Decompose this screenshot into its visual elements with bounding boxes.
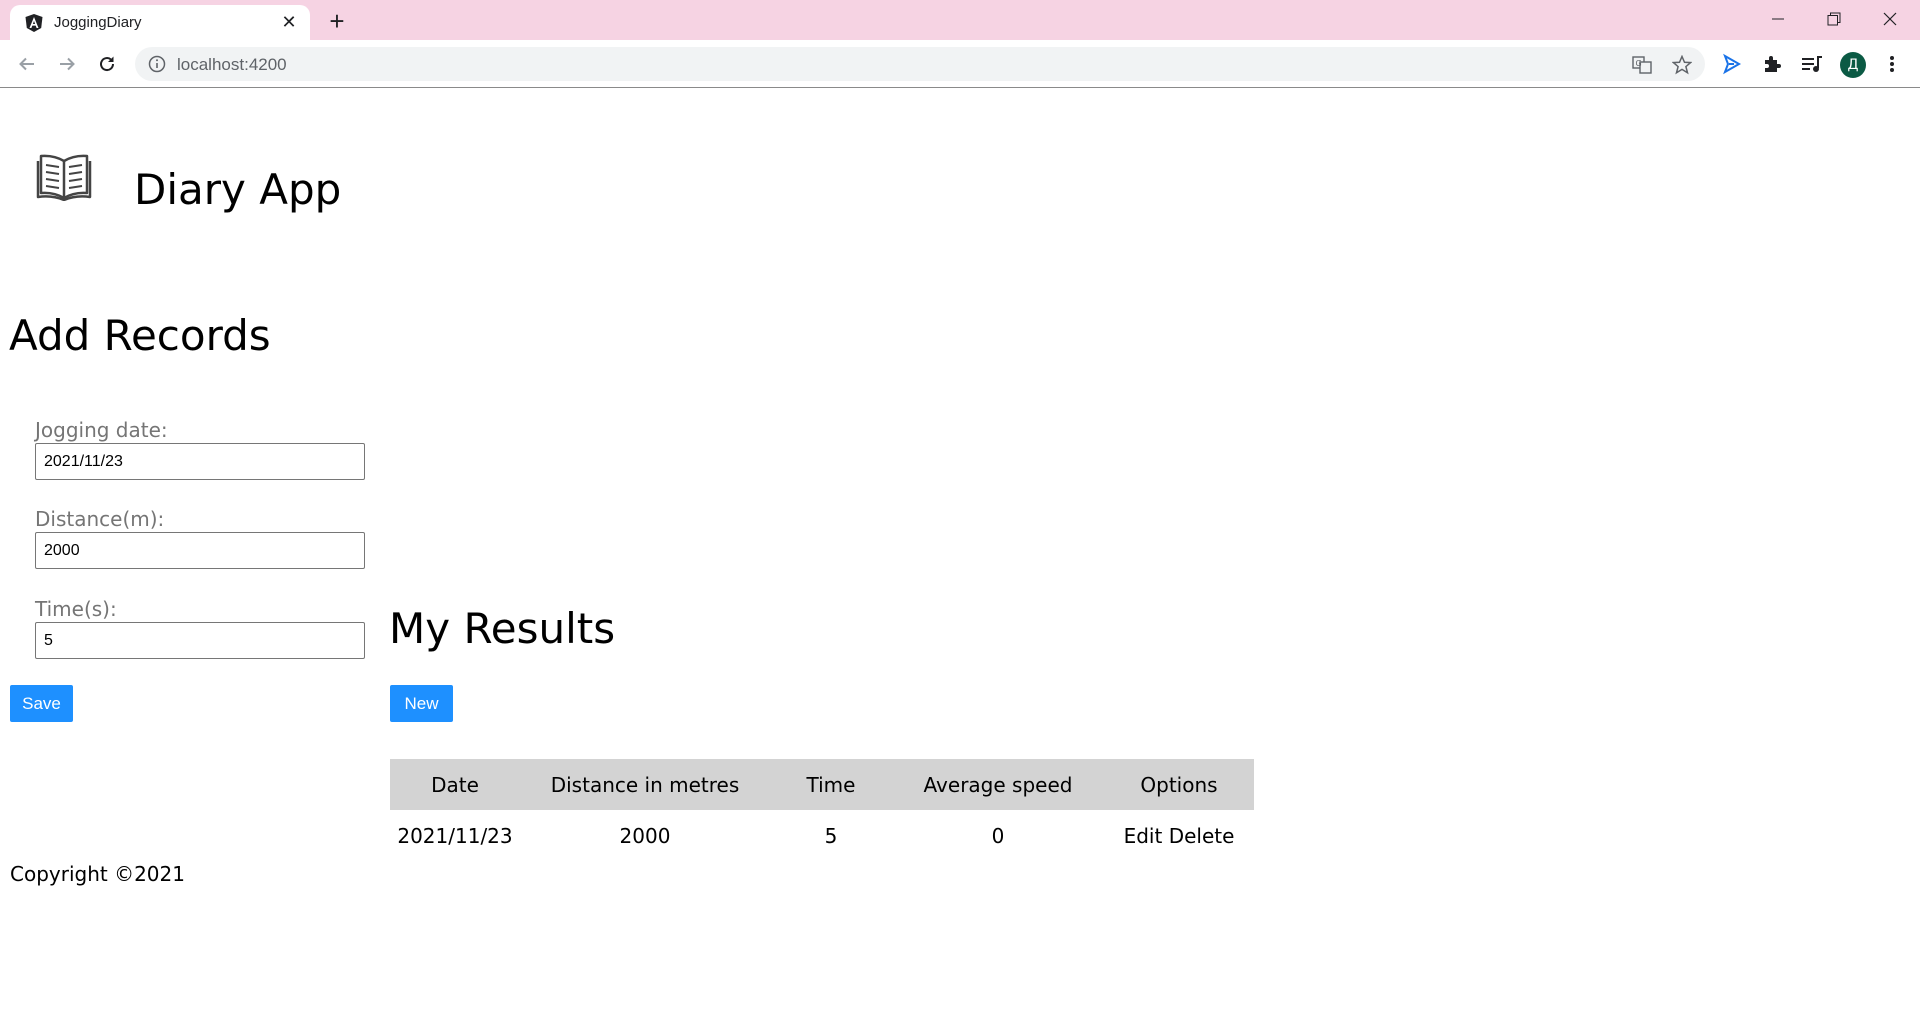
new-tab-button[interactable]: +: [323, 6, 351, 36]
bookmark-star-icon[interactable]: [1671, 54, 1693, 76]
table-row: 2021/11/23 2000 5 0 Edit Delete: [390, 810, 1254, 862]
arrow-left-icon: [19, 57, 34, 71]
minimize-icon: [1772, 18, 1784, 20]
minimize-window-button[interactable]: [1750, 0, 1806, 38]
new-button[interactable]: New: [390, 685, 453, 722]
edit-link[interactable]: Edit: [1124, 824, 1163, 848]
restore-window-button[interactable]: [1806, 0, 1862, 38]
open-book-icon: [36, 154, 92, 201]
more-menu-icon[interactable]: [1880, 52, 1904, 76]
add-records-title: Add Records: [9, 311, 271, 360]
delete-link[interactable]: Delete: [1169, 824, 1235, 848]
reload-icon: [100, 56, 115, 72]
svg-text:G: G: [1636, 59, 1642, 68]
column-header-date: Date: [390, 759, 520, 810]
bing-extension-icon[interactable]: [1720, 52, 1744, 76]
back-button[interactable]: [12, 49, 42, 79]
cell-average-speed: 0: [991, 824, 1005, 848]
cell-time: 5: [824, 824, 838, 848]
info-icon[interactable]: [148, 55, 166, 73]
cell-distance: 2000: [619, 824, 671, 848]
column-header-time: Time: [770, 759, 892, 810]
column-header-average-speed: Average speed: [892, 759, 1104, 810]
browser-tab[interactable]: JoggingDiary ✕: [10, 5, 310, 40]
copyright-footer: Copyright ©2021: [10, 862, 185, 886]
reload-button[interactable]: [92, 49, 122, 79]
my-results-title: My Results: [389, 604, 616, 653]
time-input[interactable]: [35, 622, 365, 659]
close-icon: [1883, 12, 1897, 26]
table-header-row: Date Distance in metres Time Average spe…: [390, 759, 1254, 810]
save-button[interactable]: Save: [10, 685, 73, 722]
cell-options: Edit Delete: [1104, 810, 1254, 862]
page-content: Diary App Add Records Jogging date: Dist…: [0, 89, 1920, 1030]
forward-button[interactable]: [52, 49, 82, 79]
time-label: Time(s):: [35, 597, 117, 621]
tab-title: JoggingDiary: [54, 14, 142, 31]
jogging-date-input[interactable]: [35, 443, 365, 480]
arrow-right-icon: [60, 57, 75, 71]
address-bar[interactable]: localhost:4200 G: [135, 47, 1705, 81]
profile-avatar[interactable]: Д: [1840, 52, 1866, 78]
close-tab-icon[interactable]: ✕: [278, 11, 300, 33]
url-text[interactable]: localhost:4200: [177, 55, 287, 75]
distance-input[interactable]: [35, 532, 365, 569]
jogging-date-label: Jogging date:: [35, 418, 168, 442]
extensions-puzzle-icon[interactable]: [1760, 52, 1784, 76]
app-title: Diary App: [134, 165, 342, 214]
browser-tabstrip: JoggingDiary ✕ +: [0, 0, 1920, 40]
angular-icon: [25, 14, 43, 32]
results-table: Date Distance in metres Time Average spe…: [390, 759, 1254, 862]
column-header-options: Options: [1104, 759, 1254, 810]
distance-label: Distance(m):: [35, 507, 165, 531]
cell-date: 2021/11/23: [397, 824, 513, 848]
restore-icon: [1827, 12, 1841, 26]
translate-icon[interactable]: G: [1631, 54, 1653, 76]
close-window-button[interactable]: [1862, 0, 1918, 38]
media-control-icon[interactable]: [1800, 52, 1824, 76]
column-header-distance: Distance in metres: [520, 759, 770, 810]
browser-toolbar: localhost:4200 G Д: [0, 40, 1920, 88]
